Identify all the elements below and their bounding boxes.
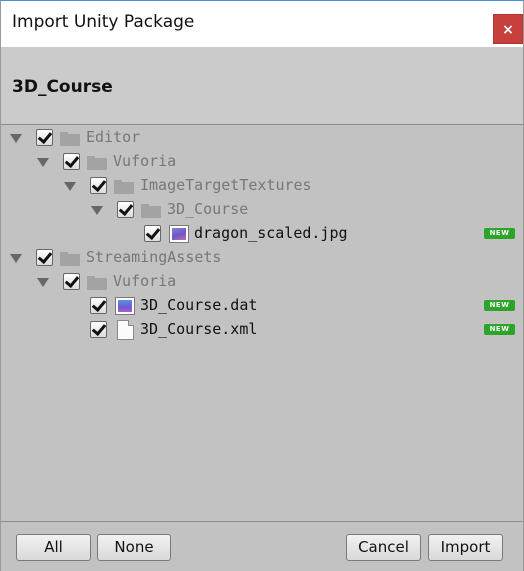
image-file-icon — [169, 225, 189, 243]
close-button[interactable]: × — [493, 14, 523, 44]
include-checkbox[interactable] — [36, 129, 53, 146]
tree-item-editor: Editor — [1, 126, 523, 150]
tree-item-label: StreamingAssets — [86, 248, 222, 266]
tree-item-streamingassets: StreamingAssets — [1, 246, 523, 270]
tree-item-label: ImageTargetTextures — [140, 176, 312, 194]
select-all-button[interactable]: All — [16, 534, 91, 561]
tree-item-label: 3D_Course.xml — [140, 320, 258, 338]
expand-arrow-icon[interactable] — [10, 132, 22, 144]
tree-item-label: dragon_scaled.jpg — [194, 224, 348, 242]
include-checkbox[interactable] — [90, 297, 107, 314]
tree-item-label: Vuforia — [113, 152, 177, 170]
tree-item-label: Vuforia — [113, 272, 177, 290]
expand-arrow-icon[interactable] — [64, 180, 76, 192]
tree-item-3d-course-dat: 3D_Course.dat NEW — [1, 294, 523, 318]
folder-icon — [141, 204, 161, 218]
include-checkbox[interactable] — [90, 177, 107, 194]
new-badge: NEW — [484, 228, 515, 239]
new-badge: NEW — [484, 300, 515, 311]
include-checkbox[interactable] — [63, 153, 80, 170]
tree-item-label: 3D_Course — [167, 200, 249, 218]
expand-arrow-icon[interactable] — [37, 276, 49, 288]
package-tree: Editor Vuforia ImageTargetTextures 3D_Co… — [1, 126, 523, 521]
import-button[interactable]: Import — [428, 534, 503, 561]
folder-icon — [87, 156, 107, 170]
include-checkbox[interactable] — [90, 321, 107, 338]
include-checkbox[interactable] — [117, 201, 134, 218]
tree-item-vuforia-streaming: Vuforia — [1, 270, 523, 294]
expand-arrow-icon[interactable] — [91, 204, 103, 216]
package-name: 3D_Course — [12, 77, 113, 97]
folder-icon — [114, 180, 134, 194]
folder-icon — [60, 132, 80, 146]
folder-icon — [87, 276, 107, 290]
import-package-window: Import Unity Package × 3D_Course Editor … — [0, 0, 524, 571]
expand-arrow-icon[interactable] — [37, 156, 49, 168]
package-header: 3D_Course — [1, 47, 523, 125]
cancel-button[interactable]: Cancel — [346, 534, 421, 561]
folder-icon — [60, 252, 80, 266]
dialog-footer: All None Cancel Import — [1, 521, 523, 571]
data-file-icon — [115, 297, 135, 315]
include-checkbox[interactable] — [63, 273, 80, 290]
tree-item-label: 3D_Course.dat — [140, 296, 258, 314]
tree-item-dragon-scaled-jpg: dragon_scaled.jpg NEW — [1, 222, 523, 246]
new-badge: NEW — [484, 324, 515, 335]
expand-arrow-icon[interactable] — [10, 252, 22, 264]
include-checkbox[interactable] — [36, 249, 53, 266]
window-title: Import Unity Package — [12, 12, 195, 32]
tree-item-3d-course-folder: 3D_Course — [1, 198, 523, 222]
include-checkbox[interactable] — [144, 225, 161, 242]
tree-item-label: Editor — [86, 128, 141, 146]
title-bar: Import Unity Package × — [1, 1, 523, 47]
tree-item-vuforia: Vuforia — [1, 150, 523, 174]
tree-item-imagetargettextures: ImageTargetTextures — [1, 174, 523, 198]
select-none-button[interactable]: None — [97, 534, 171, 561]
text-file-icon — [117, 320, 134, 340]
tree-item-3d-course-xml: 3D_Course.xml NEW — [1, 318, 523, 342]
